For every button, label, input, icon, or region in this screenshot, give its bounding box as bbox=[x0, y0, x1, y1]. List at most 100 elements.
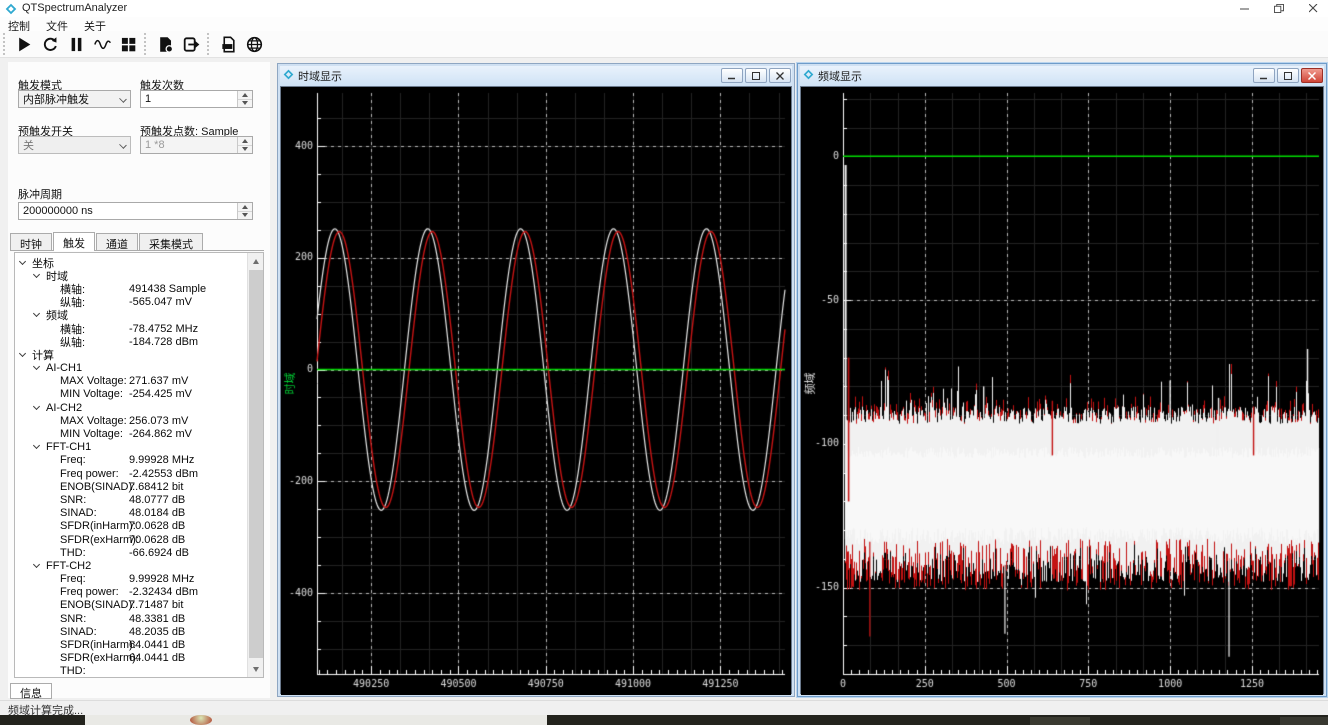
tab-2[interactable]: 通道 bbox=[96, 233, 138, 251]
tree-row[interactable]: THD: bbox=[15, 665, 245, 678]
tree-row[interactable]: ENOB(SINAD):7.71487 bit bbox=[15, 599, 245, 612]
tree-scrollbar[interactable] bbox=[247, 253, 263, 677]
spin-up-icon[interactable] bbox=[238, 137, 252, 145]
minimize-button[interactable] bbox=[1253, 68, 1275, 83]
tree-row[interactable]: AI-CH1 bbox=[15, 362, 245, 375]
save-config-button[interactable] bbox=[152, 32, 178, 56]
close-button[interactable] bbox=[1301, 68, 1323, 83]
tree-row[interactable]: 时域 bbox=[15, 269, 245, 282]
tree-value: 64.0441 dB bbox=[129, 652, 185, 664]
tree-row[interactable]: MAX Voltage:271.637 mV bbox=[15, 375, 245, 388]
tree-row[interactable]: Freq:9.99928 MHz bbox=[15, 454, 245, 467]
time-window-titlebar[interactable]: 时域显示 bbox=[280, 66, 792, 86]
toolbar-grip[interactable] bbox=[3, 33, 7, 55]
tree-row[interactable]: SINAD:48.0184 dB bbox=[15, 507, 245, 520]
pdf-icon bbox=[220, 36, 237, 53]
pdf-button[interactable] bbox=[215, 32, 241, 56]
tree-row[interactable]: SNR:48.0777 dB bbox=[15, 493, 245, 506]
tree-row[interactable]: 横轴:491438 Sample bbox=[15, 282, 245, 295]
grid-button[interactable] bbox=[115, 32, 141, 56]
chevron-down-icon[interactable] bbox=[33, 442, 40, 449]
tree-row[interactable]: 计算 bbox=[15, 348, 245, 361]
loop-button[interactable] bbox=[37, 32, 63, 56]
scrollbar-thumb[interactable] bbox=[249, 270, 263, 658]
tree-row[interactable]: Freq:9.99928 MHz bbox=[15, 573, 245, 586]
tree-row[interactable]: Freq power:-2.32434 dBm bbox=[15, 586, 245, 599]
chevron-down-icon[interactable] bbox=[33, 310, 40, 317]
tab-info[interactable]: 信息 bbox=[10, 683, 52, 699]
pretrigger-points-input[interactable]: 1 *8 bbox=[140, 136, 253, 154]
menu-item-1[interactable]: 文件 bbox=[38, 17, 76, 31]
pretrigger-switch-select[interactable]: 关 bbox=[18, 136, 131, 154]
tab-3[interactable]: 采集模式 bbox=[139, 233, 203, 251]
spin-up-icon[interactable] bbox=[238, 203, 252, 211]
play-button[interactable] bbox=[11, 32, 37, 56]
tree-value: -254.425 mV bbox=[129, 388, 192, 400]
tree-row[interactable]: AI-CH2 bbox=[15, 401, 245, 414]
tab-0[interactable]: 时钟 bbox=[10, 233, 52, 251]
spin-up-icon[interactable] bbox=[238, 91, 252, 99]
tree-label: 计算 bbox=[32, 347, 54, 363]
tree-row[interactable]: FFT-CH2 bbox=[15, 559, 245, 572]
chevron-down-icon[interactable] bbox=[33, 271, 40, 278]
menu-item-0[interactable]: 控制 bbox=[0, 17, 38, 31]
maximize-button[interactable] bbox=[1277, 68, 1299, 83]
tree-row[interactable]: SFDR(inHarm):64.0441 dB bbox=[15, 638, 245, 651]
trigger-count-input[interactable]: 1 bbox=[140, 90, 253, 108]
tree-row[interactable]: SFDR(exHarm):70.0628 dB bbox=[15, 533, 245, 546]
tree-row[interactable]: ENOB(SINAD):7.68412 bit bbox=[15, 480, 245, 493]
chevron-down-icon[interactable] bbox=[33, 403, 40, 410]
settings-panel: 触发模式 触发次数 内部脉冲触发 1 预触发开关 预触发点数: Sample 关… bbox=[8, 62, 270, 698]
tree-row[interactable]: MIN Voltage:-264.862 mV bbox=[15, 427, 245, 440]
chevron-down-icon[interactable] bbox=[33, 363, 40, 370]
pulse-period-label: 脉冲周期 bbox=[18, 186, 62, 202]
minimize-button[interactable] bbox=[1228, 0, 1262, 17]
close-button[interactable] bbox=[769, 68, 791, 83]
tree-row[interactable]: FFT-CH1 bbox=[15, 441, 245, 454]
export-icon bbox=[183, 36, 200, 53]
trigger-mode-select[interactable]: 内部脉冲触发 bbox=[18, 90, 131, 108]
spin-down-icon[interactable] bbox=[238, 145, 252, 154]
minimize-button[interactable] bbox=[721, 68, 743, 83]
tree-row[interactable]: 频域 bbox=[15, 309, 245, 322]
pause-button[interactable] bbox=[63, 32, 89, 56]
maximize-button[interactable] bbox=[745, 68, 767, 83]
time-domain-plot[interactable] bbox=[281, 87, 791, 695]
menubar: 控制文件关于 bbox=[0, 17, 1328, 31]
tree-row[interactable]: MAX Voltage:256.073 mV bbox=[15, 414, 245, 427]
close-button[interactable] bbox=[1296, 0, 1328, 17]
tree-row[interactable]: THD:-66.6924 dB bbox=[15, 546, 245, 559]
scroll-down-icon[interactable] bbox=[248, 661, 264, 677]
tree-row[interactable]: SFDR(exHarm):64.0441 dB bbox=[15, 652, 245, 665]
tree-value: 70.0628 dB bbox=[129, 520, 185, 532]
restore-button[interactable] bbox=[1262, 0, 1296, 17]
tree-row[interactable]: Freq power:-2.42553 dBm bbox=[15, 467, 245, 480]
chevron-down-icon bbox=[119, 141, 127, 149]
chevron-down-icon[interactable] bbox=[33, 561, 40, 568]
pulse-period-input[interactable]: 200000000 ns bbox=[18, 202, 253, 220]
tree-value: 48.0184 dB bbox=[129, 507, 185, 519]
tree-row[interactable]: MIN Voltage:-254.425 mV bbox=[15, 388, 245, 401]
spin-down-icon[interactable] bbox=[238, 211, 252, 220]
chevron-down-icon[interactable] bbox=[19, 350, 26, 357]
tree-row[interactable]: SINAD:48.2035 dB bbox=[15, 625, 245, 638]
globe-icon bbox=[246, 36, 263, 53]
freq-domain-plot[interactable] bbox=[801, 87, 1323, 695]
tree-row[interactable]: SFDR(inHarm):70.0628 dB bbox=[15, 520, 245, 533]
menu-item-2[interactable]: 关于 bbox=[76, 17, 114, 31]
time-domain-window: 时域显示 bbox=[277, 63, 795, 697]
app-icon bbox=[803, 67, 814, 85]
freq-window-titlebar[interactable]: 频域显示 bbox=[800, 66, 1324, 86]
chevron-down-icon[interactable] bbox=[19, 258, 26, 265]
globe-button[interactable] bbox=[241, 32, 267, 56]
scroll-up-icon[interactable] bbox=[248, 253, 264, 269]
tree-row[interactable]: SNR:48.3381 dB bbox=[15, 612, 245, 625]
sine-button[interactable] bbox=[89, 32, 115, 56]
toolbar-grip bbox=[207, 33, 211, 55]
tree-row[interactable]: 横轴:-78.4752 MHz bbox=[15, 322, 245, 335]
tree-value: 7.71487 bit bbox=[129, 599, 183, 611]
tab-1[interactable]: 触发 bbox=[53, 232, 95, 251]
tree-label: THD: bbox=[60, 547, 86, 559]
export-button[interactable] bbox=[178, 32, 204, 56]
spin-down-icon[interactable] bbox=[238, 99, 252, 108]
